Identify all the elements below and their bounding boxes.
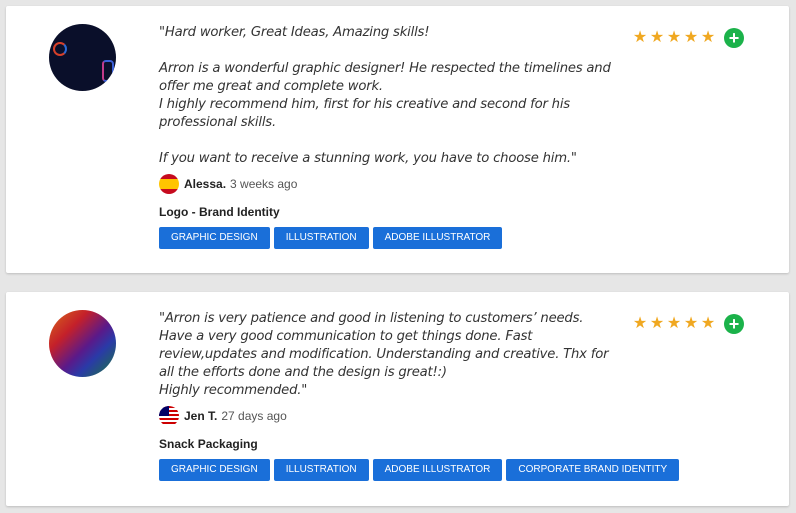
rating-stars: ★ ★ ★ ★ ★ bbox=[632, 315, 716, 333]
star-icon: ★ bbox=[700, 29, 716, 46]
tag-corporate-brand-identity[interactable]: CORPORATE BRAND IDENTITY bbox=[506, 459, 680, 481]
star-icon: ★ bbox=[683, 315, 699, 332]
spain-flag-icon bbox=[159, 174, 179, 194]
tag-illustration[interactable]: ILLUSTRATION bbox=[273, 227, 369, 249]
project-title: Snack Packaging bbox=[159, 437, 258, 451]
client-avatar[interactable] bbox=[49, 310, 116, 377]
star-icon: ★ bbox=[632, 29, 648, 46]
star-icon: ★ bbox=[632, 315, 648, 332]
tag-adobe-illustrator[interactable]: ADOBE ILLUSTRATOR bbox=[372, 459, 503, 481]
tag-graphic-design[interactable]: GRAPHIC DESIGN bbox=[159, 459, 270, 481]
author-name[interactable]: Jen T. bbox=[184, 409, 217, 423]
client-avatar[interactable] bbox=[49, 24, 116, 91]
review-author: Alessa. 3 weeks ago bbox=[159, 174, 297, 194]
plus-icon[interactable]: + bbox=[724, 314, 744, 334]
tag-adobe-illustrator[interactable]: ADOBE ILLUSTRATOR bbox=[372, 227, 503, 249]
rating-stars: ★ ★ ★ ★ ★ bbox=[632, 29, 716, 47]
review-text: "Arron is very patience and good in list… bbox=[159, 311, 609, 398]
tag-graphic-design[interactable]: GRAPHIC DESIGN bbox=[159, 227, 270, 249]
star-icon: ★ bbox=[666, 29, 682, 46]
review-time: 27 days ago bbox=[221, 409, 287, 423]
review-author: Jen T. 27 days ago bbox=[159, 406, 287, 426]
skill-tags: GRAPHIC DESIGN ILLUSTRATION ADOBE ILLUST… bbox=[159, 227, 503, 249]
plus-icon[interactable]: + bbox=[724, 28, 744, 48]
star-icon: ★ bbox=[649, 29, 665, 46]
review-card: "Arron is very patience and good in list… bbox=[6, 292, 789, 506]
star-icon: ★ bbox=[683, 29, 699, 46]
skill-tags: GRAPHIC DESIGN ILLUSTRATION ADOBE ILLUST… bbox=[159, 459, 680, 481]
star-icon: ★ bbox=[649, 315, 665, 332]
review-text: "Hard worker, Great Ideas, Amazing skill… bbox=[159, 25, 611, 166]
project-title: Logo - Brand Identity bbox=[159, 205, 280, 219]
review-time: 3 weeks ago bbox=[230, 177, 298, 191]
review-card: "Hard worker, Great Ideas, Amazing skill… bbox=[6, 6, 789, 273]
star-icon: ★ bbox=[666, 315, 682, 332]
malaysia-flag-icon bbox=[159, 406, 179, 426]
star-icon: ★ bbox=[700, 315, 716, 332]
tag-illustration[interactable]: ILLUSTRATION bbox=[273, 459, 369, 481]
author-name[interactable]: Alessa. bbox=[184, 177, 226, 191]
